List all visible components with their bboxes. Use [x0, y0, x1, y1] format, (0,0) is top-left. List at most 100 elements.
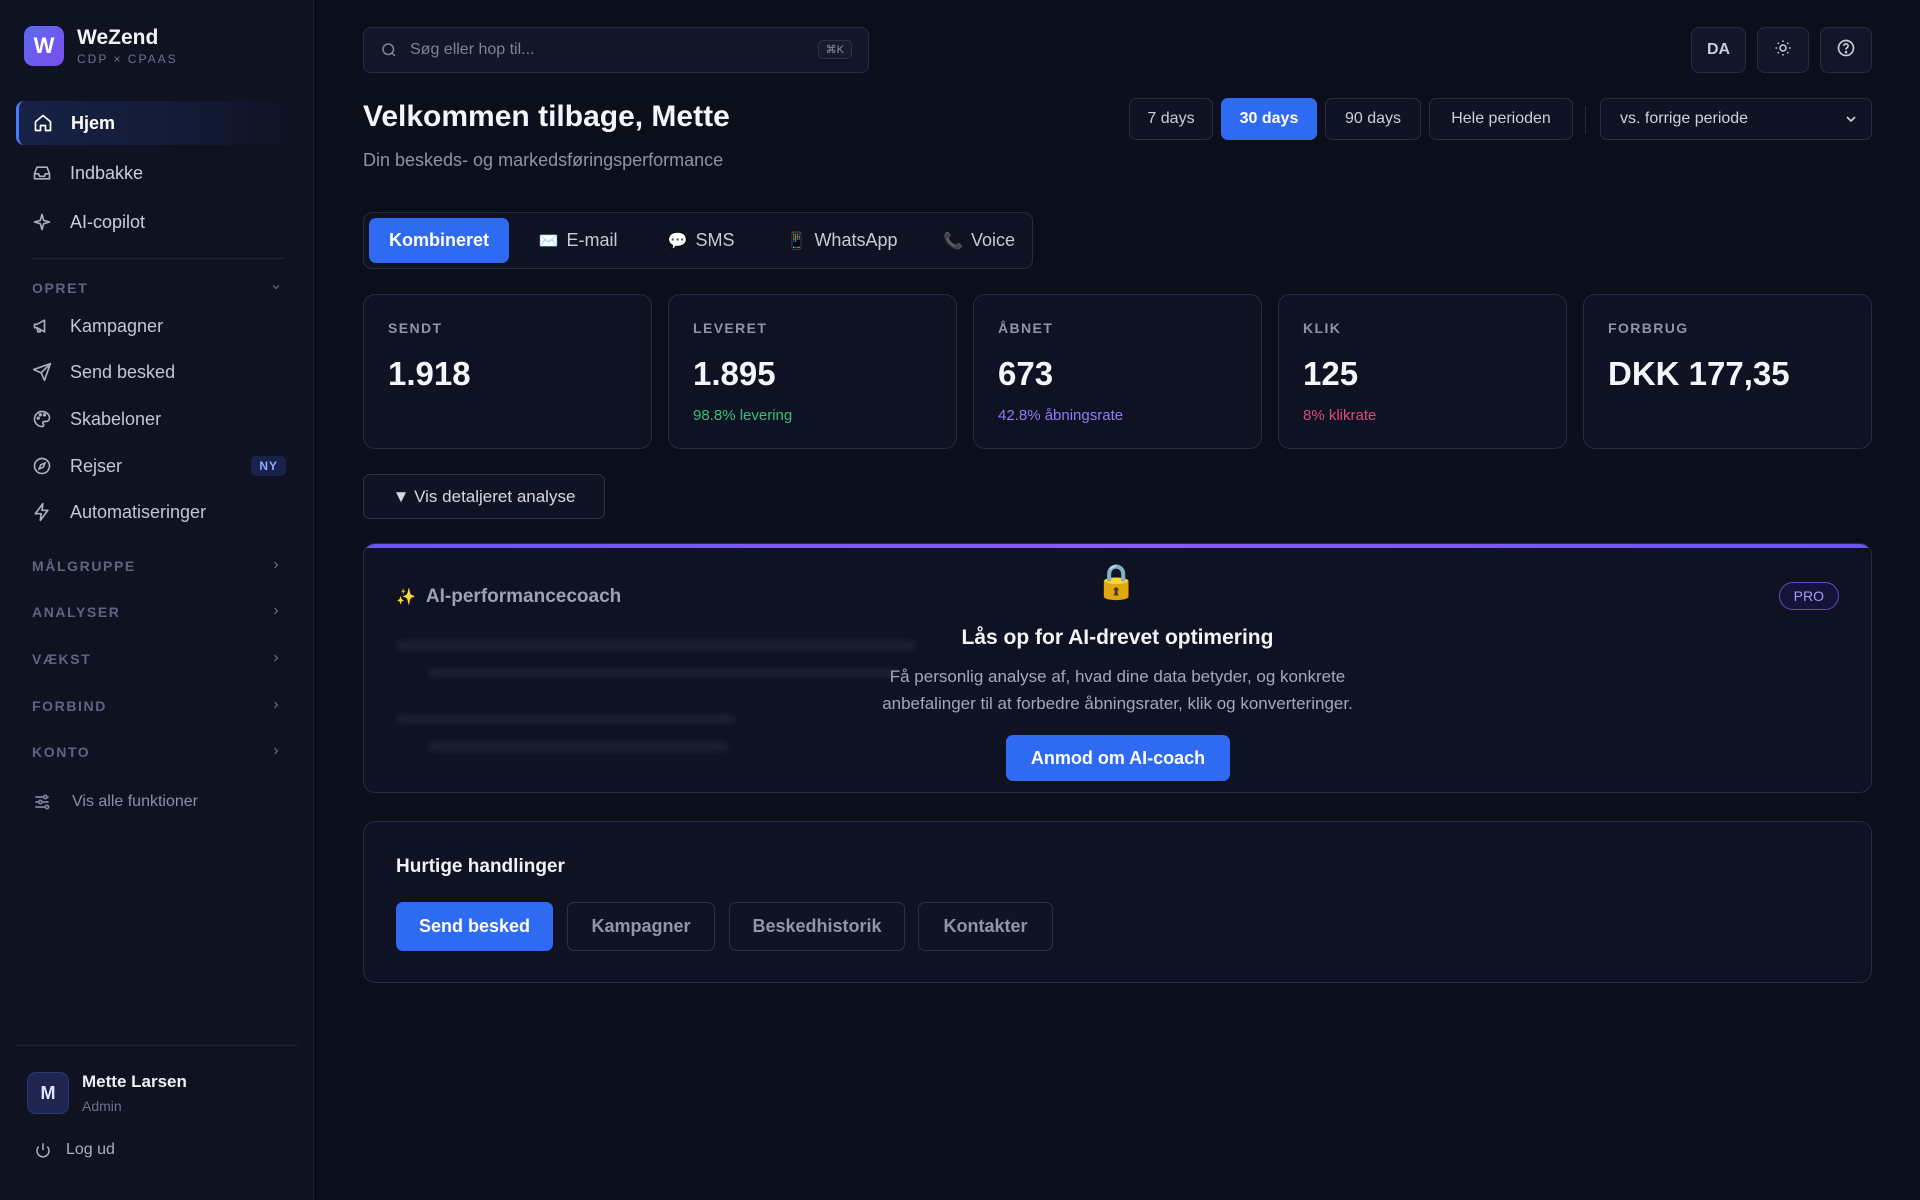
- envelope-icon: ✉️: [538, 232, 559, 250]
- request-ai-coach-button[interactable]: Anmod om AI-coach: [1006, 735, 1230, 781]
- compare-period-select[interactable]: vs. forrige periode: [1600, 98, 1872, 140]
- kpi-value: 673: [998, 355, 1054, 392]
- new-badge: NY: [251, 456, 286, 476]
- theme-toggle-button[interactable]: [1757, 27, 1809, 73]
- chevron-down-icon: [270, 280, 282, 296]
- kpi-card-opened: ÅBNET 673 42.8% åbningsrate: [973, 294, 1262, 449]
- show-all-features-link[interactable]: Vis alle funktioner: [32, 792, 198, 812]
- compass-icon: [32, 456, 52, 476]
- range-all-time-button[interactable]: Hele perioden: [1429, 98, 1573, 140]
- range-30-days-button[interactable]: 30 days: [1221, 98, 1317, 140]
- ai-coach-description: Få personlig analyse af, hvad dine data …: [364, 663, 1871, 717]
- tab-voice[interactable]: 📞 Voice: [930, 218, 1028, 263]
- brand-subtitle: CDP × CPAAS: [77, 52, 178, 66]
- brand[interactable]: W WeZend CDP × CPAAS: [24, 26, 178, 66]
- search-shortcut: ⌘K: [817, 40, 852, 59]
- chevron-right-icon: [270, 604, 282, 620]
- campaigns-button[interactable]: Kampagner: [567, 902, 715, 951]
- logout-button[interactable]: Log ud: [34, 1141, 115, 1159]
- page-subtitle: Din beskeds- og markedsføringsperformanc…: [363, 150, 724, 170]
- tab-kombineret[interactable]: Kombineret: [369, 218, 509, 263]
- sidebar-item-rejser[interactable]: Rejser NY: [16, 446, 298, 486]
- quick-actions-card: Hurtige handlinger Send besked Kampagner…: [363, 821, 1872, 983]
- send-message-button[interactable]: Send besked: [396, 902, 553, 951]
- sidebar-item-send-besked[interactable]: Send besked: [16, 352, 298, 392]
- help-icon: [1836, 38, 1856, 63]
- sliders-icon: [32, 792, 52, 812]
- chevron-right-icon: [270, 744, 282, 760]
- chevron-down-icon: [1843, 111, 1859, 127]
- kpi-label: SENDT: [388, 320, 443, 336]
- sidebar-item-indbakke[interactable]: Indbakke: [16, 151, 298, 195]
- kpi-card-delivered: LEVERET 1.895 98.8% levering: [668, 294, 957, 449]
- tab-label: WhatsApp: [814, 230, 898, 250]
- range-separator: [1585, 106, 1586, 134]
- sidebar-item-label: Automatiseringer: [70, 501, 207, 522]
- section-analyser[interactable]: ANALYSER: [32, 602, 282, 622]
- range-90-days-button[interactable]: 90 days: [1325, 98, 1421, 140]
- section-malgruppe[interactable]: MÅLGRUPPE: [32, 556, 282, 576]
- sidebar-item-label: Send besked: [70, 361, 176, 382]
- logout-label: Log ud: [66, 1141, 115, 1158]
- palette-icon: [32, 409, 52, 429]
- chevron-right-icon: [270, 698, 282, 714]
- telephone-icon: 📞: [943, 232, 963, 250]
- message-history-button[interactable]: Beskedhistorik: [729, 902, 905, 951]
- inbox-icon: [32, 163, 52, 183]
- section-opret[interactable]: OPRET: [32, 278, 282, 298]
- show-detailed-analysis-button[interactable]: ▼ Vis detaljeret analyse: [363, 474, 605, 519]
- section-konto[interactable]: KONTO: [32, 742, 282, 762]
- kpi-click-rate: 8% klikrate: [1303, 407, 1377, 424]
- sidebar-item-kampagner[interactable]: Kampagner: [16, 306, 298, 346]
- lightning-icon: [32, 502, 52, 522]
- sidebar-item-ai-copilot[interactable]: AI-copilot: [16, 200, 298, 244]
- sparkle-icon: [32, 212, 52, 232]
- kpi-value: 1.918: [388, 355, 471, 392]
- chevron-right-icon: [270, 558, 282, 574]
- tab-sms[interactable]: 💬 SMS: [648, 218, 754, 263]
- range-7-days-button[interactable]: 7 days: [1129, 98, 1213, 140]
- tab-label: SMS: [695, 230, 735, 250]
- tab-label: E-mail: [566, 230, 618, 250]
- section-forbind[interactable]: FORBIND: [32, 696, 282, 716]
- search-input[interactable]: Søg eller hop til... ⌘K: [363, 27, 869, 73]
- tab-label: Voice: [970, 230, 1015, 250]
- brand-name: WeZend: [77, 26, 159, 49]
- tab-email[interactable]: ✉️ E-mail: [516, 218, 640, 263]
- user-profile[interactable]: M Mette Larsen Admin: [27, 1072, 187, 1114]
- kpi-value: 125: [1303, 355, 1359, 392]
- sidebar-item-skabeloner[interactable]: Skabeloner: [16, 399, 298, 439]
- section-label: VÆKST: [32, 651, 92, 667]
- kpi-card-spend: FORBRUG DKK 177,35: [1583, 294, 1872, 449]
- language-button[interactable]: DA: [1691, 27, 1746, 73]
- kpi-value: 1.895: [693, 355, 776, 392]
- sidebar-item-hjem[interactable]: Hjem: [16, 101, 298, 145]
- send-icon: [32, 362, 52, 382]
- show-all-label: Vis alle funktioner: [72, 793, 198, 810]
- section-vaekst[interactable]: VÆKST: [32, 649, 282, 669]
- help-button[interactable]: [1820, 27, 1872, 73]
- ai-coach-title: ✨ AI-performancecoach: [396, 586, 621, 608]
- ai-coach-heading: Lås op for AI-drevet optimering: [961, 626, 1274, 649]
- sidebar-item-automatiseringer[interactable]: Automatiseringer: [16, 492, 298, 532]
- search-placeholder: Søg eller hop til...: [410, 41, 535, 58]
- page-title: Velkommen tilbage, Mette: [363, 100, 730, 133]
- contacts-button[interactable]: Kontakter: [918, 902, 1053, 951]
- kpi-open-rate: 42.8% åbningsrate: [998, 407, 1124, 424]
- sidebar-item-label: Skabeloner: [70, 408, 162, 429]
- kpi-card-clicks: KLIK 125 8% klikrate: [1278, 294, 1567, 449]
- section-label: KONTO: [32, 744, 91, 760]
- kpi-value: DKK 177,35: [1608, 355, 1790, 392]
- home-icon: [33, 113, 53, 133]
- chevron-right-icon: [270, 651, 282, 667]
- kpi-label: LEVERET: [693, 320, 768, 336]
- power-icon: [34, 1141, 52, 1159]
- sidebar: W WeZend CDP × CPAAS Hjem Indbakke AI-co…: [0, 0, 314, 1200]
- phone-icon: 📱: [786, 232, 807, 250]
- tab-whatsapp[interactable]: 📱 WhatsApp: [762, 218, 922, 263]
- tab-label: Kombineret: [388, 230, 489, 250]
- sidebar-item-label: Kampagner: [70, 315, 164, 336]
- sparkles-icon: ✨: [396, 589, 416, 606]
- kpi-card-sent: SENDT 1.918: [363, 294, 652, 449]
- kpi-label: FORBRUG: [1608, 320, 1689, 336]
